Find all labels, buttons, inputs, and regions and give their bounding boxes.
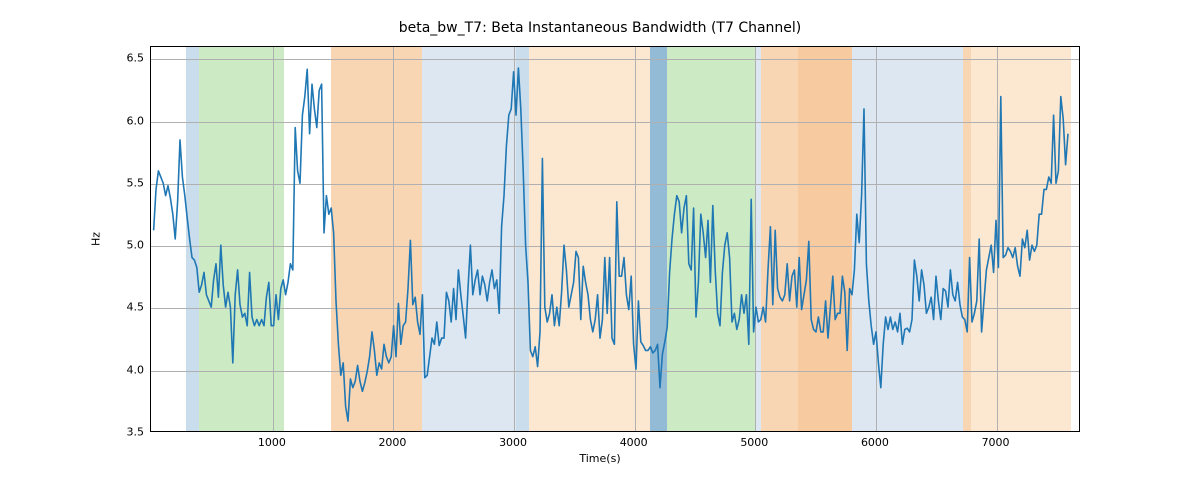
plot-area xyxy=(150,46,1080,432)
x-tick-label: 1000 xyxy=(258,436,286,449)
y-tick-label: 4.0 xyxy=(104,363,144,376)
x-axis-label: Time(s) xyxy=(0,452,1200,465)
y-tick-label: 5.5 xyxy=(104,176,144,189)
y-tick-label: 3.5 xyxy=(104,426,144,439)
x-tick-label: 2000 xyxy=(378,436,406,449)
series-line xyxy=(154,68,1068,421)
x-tick-label: 6000 xyxy=(861,436,889,449)
x-tick-label: 3000 xyxy=(499,436,527,449)
line-series xyxy=(151,47,1079,431)
chart-title: beta_bw_T7: Beta Instantaneous Bandwidth… xyxy=(0,20,1200,36)
y-tick-label: 6.5 xyxy=(104,52,144,65)
figure: beta_bw_T7: Beta Instantaneous Bandwidth… xyxy=(0,0,1200,500)
x-tick-label: 7000 xyxy=(982,436,1010,449)
x-tick-label: 4000 xyxy=(620,436,648,449)
y-tick-label: 4.5 xyxy=(104,301,144,314)
x-tick-label: 5000 xyxy=(740,436,768,449)
y-tick-label: 5.0 xyxy=(104,239,144,252)
y-axis-label: Hz xyxy=(90,232,103,246)
y-tick-label: 6.0 xyxy=(104,114,144,127)
